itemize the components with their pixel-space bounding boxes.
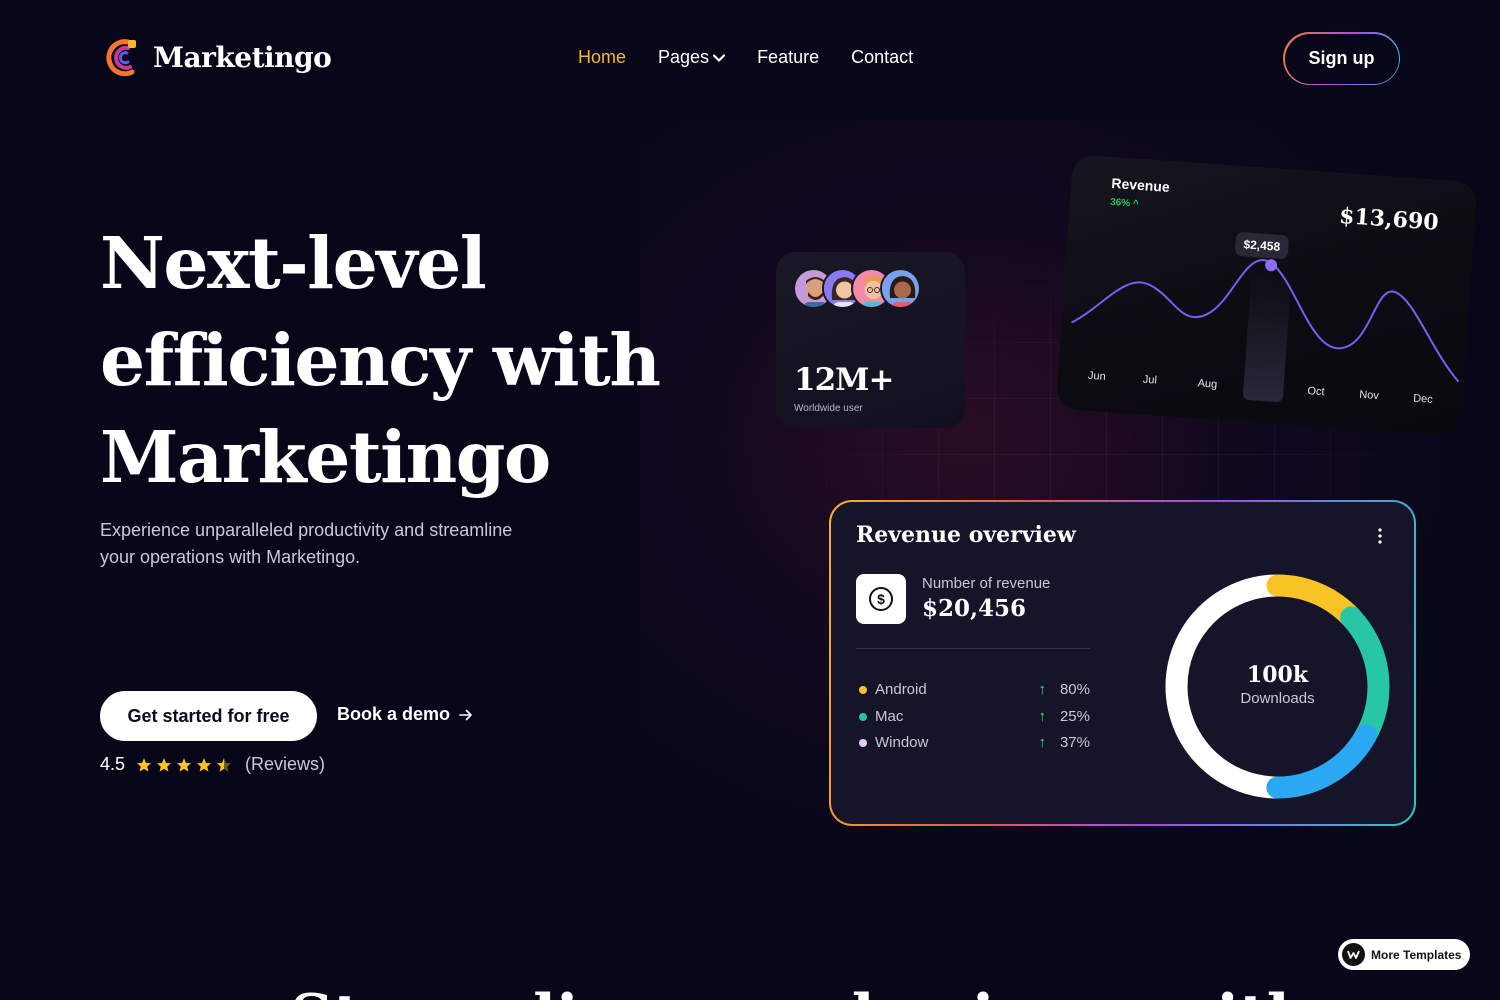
- donut-label: Downloads: [1240, 690, 1315, 707]
- highlight-bar: [1243, 272, 1292, 402]
- star-icon: [137, 757, 152, 772]
- star-icon: [197, 757, 212, 772]
- month-label: Jul: [1142, 373, 1158, 387]
- revenue-change: 36% ^: [1110, 197, 1139, 210]
- avatar-icon: [882, 270, 919, 307]
- legend-item: Window ↑ 37%: [856, 734, 1090, 751]
- more-vertical-icon[interactable]: [1378, 528, 1382, 544]
- caret-up-icon: ^: [1132, 198, 1140, 210]
- brand-name: Marketingo: [153, 40, 332, 74]
- legend-value: 25%: [1059, 708, 1090, 725]
- revenue-change-value: 36%: [1109, 196, 1131, 210]
- svg-text:$: $: [877, 591, 885, 607]
- book-demo-label: Book a demo: [337, 704, 451, 724]
- hero-subtitle-line: your operations with Marketingo.: [100, 547, 361, 567]
- get-started-button[interactable]: Get started for free: [100, 691, 317, 741]
- nav-item-home[interactable]: Home: [578, 47, 626, 68]
- rating-stars: [136, 757, 232, 773]
- month-label: Jun: [1087, 369, 1107, 383]
- nav-item-pages[interactable]: Pages: [658, 47, 726, 68]
- legend-item: Android ↑ 80%: [856, 681, 1090, 698]
- overview-title: Revenue overview: [856, 522, 1076, 548]
- metric-value: $20,456: [922, 595, 1027, 622]
- webflow-icon: [1342, 943, 1365, 966]
- rating: 4.5 (Reviews): [100, 754, 325, 775]
- revenue-chart-card: Revenue 36% ^ $13,690 $2,458 Jun Jul Aug…: [1055, 154, 1478, 437]
- legend-dot: [859, 738, 867, 747]
- legend-name: Window: [875, 734, 929, 751]
- nav-item-contact[interactable]: Contact: [851, 47, 913, 68]
- rating-label: (Reviews): [245, 754, 326, 774]
- more-templates-button[interactable]: More Templates: [1338, 939, 1470, 970]
- dollar-icon: $: [869, 587, 893, 611]
- legend-dot: [859, 685, 867, 694]
- signup-button[interactable]: Sign up: [1283, 32, 1400, 85]
- book-demo-link[interactable]: Book a demo: [337, 704, 473, 725]
- legend-item: Mac ↑ 25%: [856, 708, 1090, 725]
- nav-label: Contact: [851, 47, 914, 67]
- nav-label: Home: [578, 47, 627, 67]
- arrow-up-icon: ↑: [1038, 681, 1046, 698]
- half-star-icon: [217, 757, 232, 772]
- month-label: Aug: [1197, 377, 1218, 391]
- avatar: [880, 268, 921, 309]
- star-icon: [177, 757, 192, 772]
- month-label: Oct: [1307, 385, 1325, 399]
- revenue-overview-body: Revenue overview $ Number of revenue $20…: [831, 502, 1414, 824]
- month-label: Dec: [1412, 392, 1434, 406]
- legend-dot: [859, 712, 867, 721]
- users-label: Worldwide user: [794, 403, 863, 414]
- hero-title-line: Next-level: [100, 221, 487, 305]
- hero-subtitle: Experience unparalleled productivity and…: [100, 517, 560, 571]
- brand-logo[interactable]: Marketingo: [106, 36, 332, 78]
- next-section-title: Streamline your business with: [290, 982, 1290, 1000]
- signup-label: Sign up: [1284, 33, 1399, 84]
- dollar-icon-box: $: [856, 574, 906, 624]
- legend-name: Android: [875, 681, 927, 698]
- rating-value: 4.5: [100, 754, 126, 774]
- nav-label: Pages: [658, 47, 710, 67]
- arrow-up-icon: ↑: [1038, 708, 1046, 725]
- main-nav: Home Pages Feature Contact: [578, 47, 913, 68]
- arrow-right-icon: [459, 709, 472, 720]
- users-card: 12M+ Worldwide user: [776, 252, 965, 428]
- arrow-up-icon: ↑: [1038, 734, 1046, 751]
- hero-title-line: Marketingo: [100, 415, 551, 499]
- logo-icon: [106, 39, 136, 77]
- month-label: Nov: [1358, 388, 1380, 403]
- hero-subtitle-line: Experience unparalleled productivity and…: [100, 520, 513, 540]
- users-count: 12M+: [794, 362, 894, 398]
- legend-value: 37%: [1059, 734, 1090, 751]
- chevron-down-icon: [713, 53, 726, 62]
- more-templates-label: More Templates: [1371, 947, 1462, 962]
- star-icon: [157, 757, 172, 772]
- chart-tooltip: $2,458: [1234, 231, 1289, 260]
- legend-name: Mac: [875, 708, 904, 725]
- avatar-group: [793, 268, 921, 309]
- metric-label: Number of revenue: [922, 575, 1051, 592]
- nav-item-feature[interactable]: Feature: [757, 47, 819, 68]
- hero-title-line: efficiency with: [100, 318, 661, 402]
- nav-label: Feature: [757, 47, 820, 67]
- divider: [856, 648, 1090, 649]
- revenue-overview-card: Revenue overview $ Number of revenue $20…: [829, 500, 1416, 826]
- donut-value: 100k: [1246, 662, 1309, 688]
- hero-title: Next-level efficiency with Marketingo: [100, 215, 720, 506]
- legend-value: 80%: [1059, 681, 1090, 698]
